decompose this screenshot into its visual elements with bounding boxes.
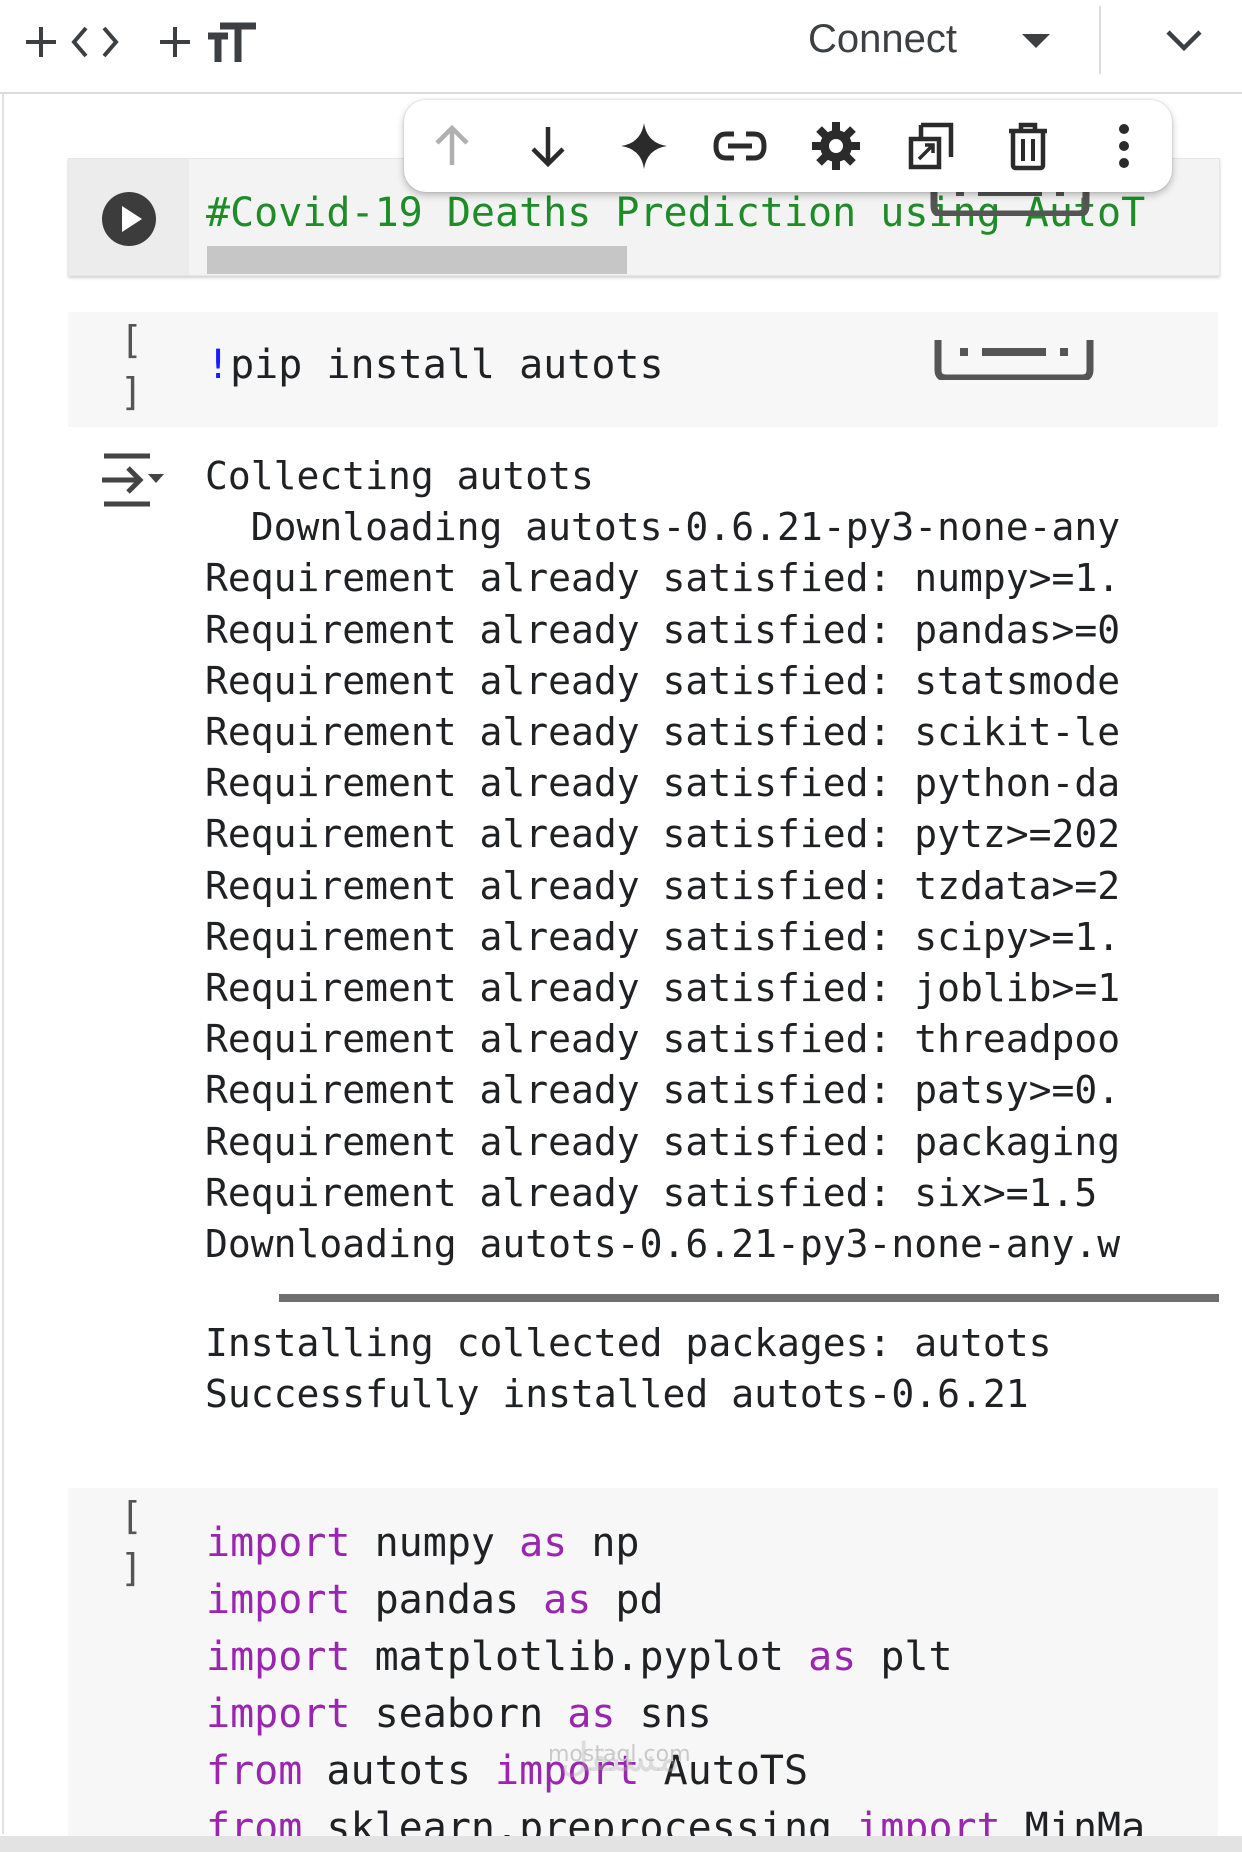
execution-count-open: [ <box>120 1494 143 1538</box>
plus-code-icon <box>26 26 119 58</box>
link-icon <box>713 131 767 161</box>
add-text-button[interactable] <box>156 18 260 66</box>
arrow-down-icon <box>531 127 565 168</box>
gear-icon <box>812 122 860 170</box>
caret-down-icon <box>1022 34 1050 48</box>
page-scrollbar[interactable] <box>0 1836 1242 1852</box>
more-vert-icon <box>1119 124 1129 168</box>
module-name: numpy <box>350 1520 520 1566</box>
output-line: Requirement already satisfied: pytz>=202 <box>205 812 1121 857</box>
toolbar-divider <box>1099 6 1101 74</box>
gemini-button[interactable] <box>614 116 674 176</box>
trash-icon <box>1009 122 1047 171</box>
keyword: as <box>543 1577 592 1623</box>
output-line: Requirement already satisfied: six>=1.5 <box>205 1170 1098 1215</box>
chevron-down-icon <box>1166 30 1202 52</box>
run-cell-button[interactable] <box>100 190 158 253</box>
output-actions-button[interactable] <box>100 452 166 513</box>
play-icon <box>102 192 156 246</box>
more-options-button[interactable] <box>1094 116 1154 176</box>
execution-count-close: ] <box>120 1546 143 1590</box>
bang-operator: ! <box>206 342 231 388</box>
keyboard-icon <box>934 340 1094 385</box>
execution-count-open: [ <box>120 318 143 362</box>
code-line[interactable]: import pandas as pd <box>206 1577 664 1623</box>
module-name: matplotlib.pyplot <box>350 1634 809 1680</box>
alias-name: np <box>567 1520 640 1566</box>
pip-command: pip install autots <box>230 342 664 388</box>
alias-name: pd <box>591 1577 664 1623</box>
keyword: as <box>519 1520 568 1566</box>
move-up-button[interactable] <box>422 116 482 176</box>
add-code-button[interactable] <box>22 18 126 66</box>
alias-name: plt <box>856 1634 953 1680</box>
delete-cell-button[interactable] <box>998 116 1058 176</box>
sparkle-icon <box>621 123 667 169</box>
output-line: Requirement already satisfied: python-da <box>205 761 1121 806</box>
settings-button[interactable] <box>806 116 866 176</box>
watermark: mostaql.com <box>548 1742 691 1767</box>
mirror-icon <box>908 122 954 170</box>
connect-button[interactable]: Connect <box>808 14 957 64</box>
module-name: pandas <box>350 1577 544 1623</box>
output-line: Downloading autots-0.6.21-py3-none-any.w <box>205 1222 1121 1266</box>
keyword: from <box>206 1748 303 1794</box>
download-progress-fill <box>279 1294 1219 1302</box>
keyword: import <box>206 1634 351 1680</box>
output-menu-icon <box>102 453 164 507</box>
download-progress-bar <box>279 1294 1219 1302</box>
output-line: Collecting autots <box>205 454 594 498</box>
copy-link-button[interactable] <box>710 116 770 176</box>
arrow-up-icon <box>435 124 469 165</box>
output-line: Requirement already satisfied: scikit-le <box>205 710 1121 754</box>
output-line: Requirement already satisfied: pandas>=0 <box>205 607 1121 652</box>
pip-command-line[interactable]: !pip install autots <box>206 342 664 388</box>
output-line: Requirement already satisfied: packaging <box>205 1119 1121 1164</box>
horizontal-scrollbar[interactable] <box>207 246 627 274</box>
output-line: Requirement already satisfied: tzdata>=2 <box>205 863 1121 908</box>
output-line: Successfully installed autots-0.6.21 <box>205 1372 1029 1416</box>
keyword: as <box>808 1634 857 1680</box>
code-line[interactable]: from autots import AutoTS <box>206 1748 808 1794</box>
cell-toolbar <box>404 100 1172 192</box>
notebook-toolbar: Connect <box>0 0 1242 94</box>
connect-dropdown[interactable] <box>1018 26 1054 56</box>
keyword: as <box>567 1691 616 1737</box>
collapse-button[interactable] <box>1162 22 1206 58</box>
output-line: Requirement already satisfied: numpy>=1. <box>205 556 1121 601</box>
alias-name: sns <box>615 1691 712 1737</box>
code-line[interactable]: import numpy as np <box>206 1520 640 1566</box>
execution-count-close: ] <box>120 370 143 414</box>
code-line[interactable]: import matplotlib.pyplot as plt <box>206 1634 953 1680</box>
module-name: seaborn <box>350 1691 568 1737</box>
output-line: Installing collected packages: autots <box>205 1321 1052 1365</box>
move-down-button[interactable] <box>518 116 578 176</box>
output-line: Downloading autots-0.6.21-py3-none-any <box>205 505 1121 550</box>
keyword: import <box>206 1691 351 1737</box>
output-line: Requirement already satisfied: joblib>=1 <box>205 966 1121 1010</box>
output-line: Requirement already satisfied: statsmode <box>205 658 1121 703</box>
output-line: Requirement already satisfied: patsy>=0. <box>205 1068 1121 1113</box>
keyword: import <box>206 1520 351 1566</box>
module-name: autots <box>302 1748 495 1794</box>
output-line: Requirement already satisfied: threadpoo <box>205 1017 1121 1062</box>
mirror-cell-button[interactable] <box>902 116 962 176</box>
output-line: Requirement already satisfied: scipy>=1. <box>205 914 1121 959</box>
code-line[interactable]: import seaborn as sns <box>206 1691 712 1737</box>
plus-text-icon <box>160 22 256 62</box>
keyword: import <box>206 1577 351 1623</box>
